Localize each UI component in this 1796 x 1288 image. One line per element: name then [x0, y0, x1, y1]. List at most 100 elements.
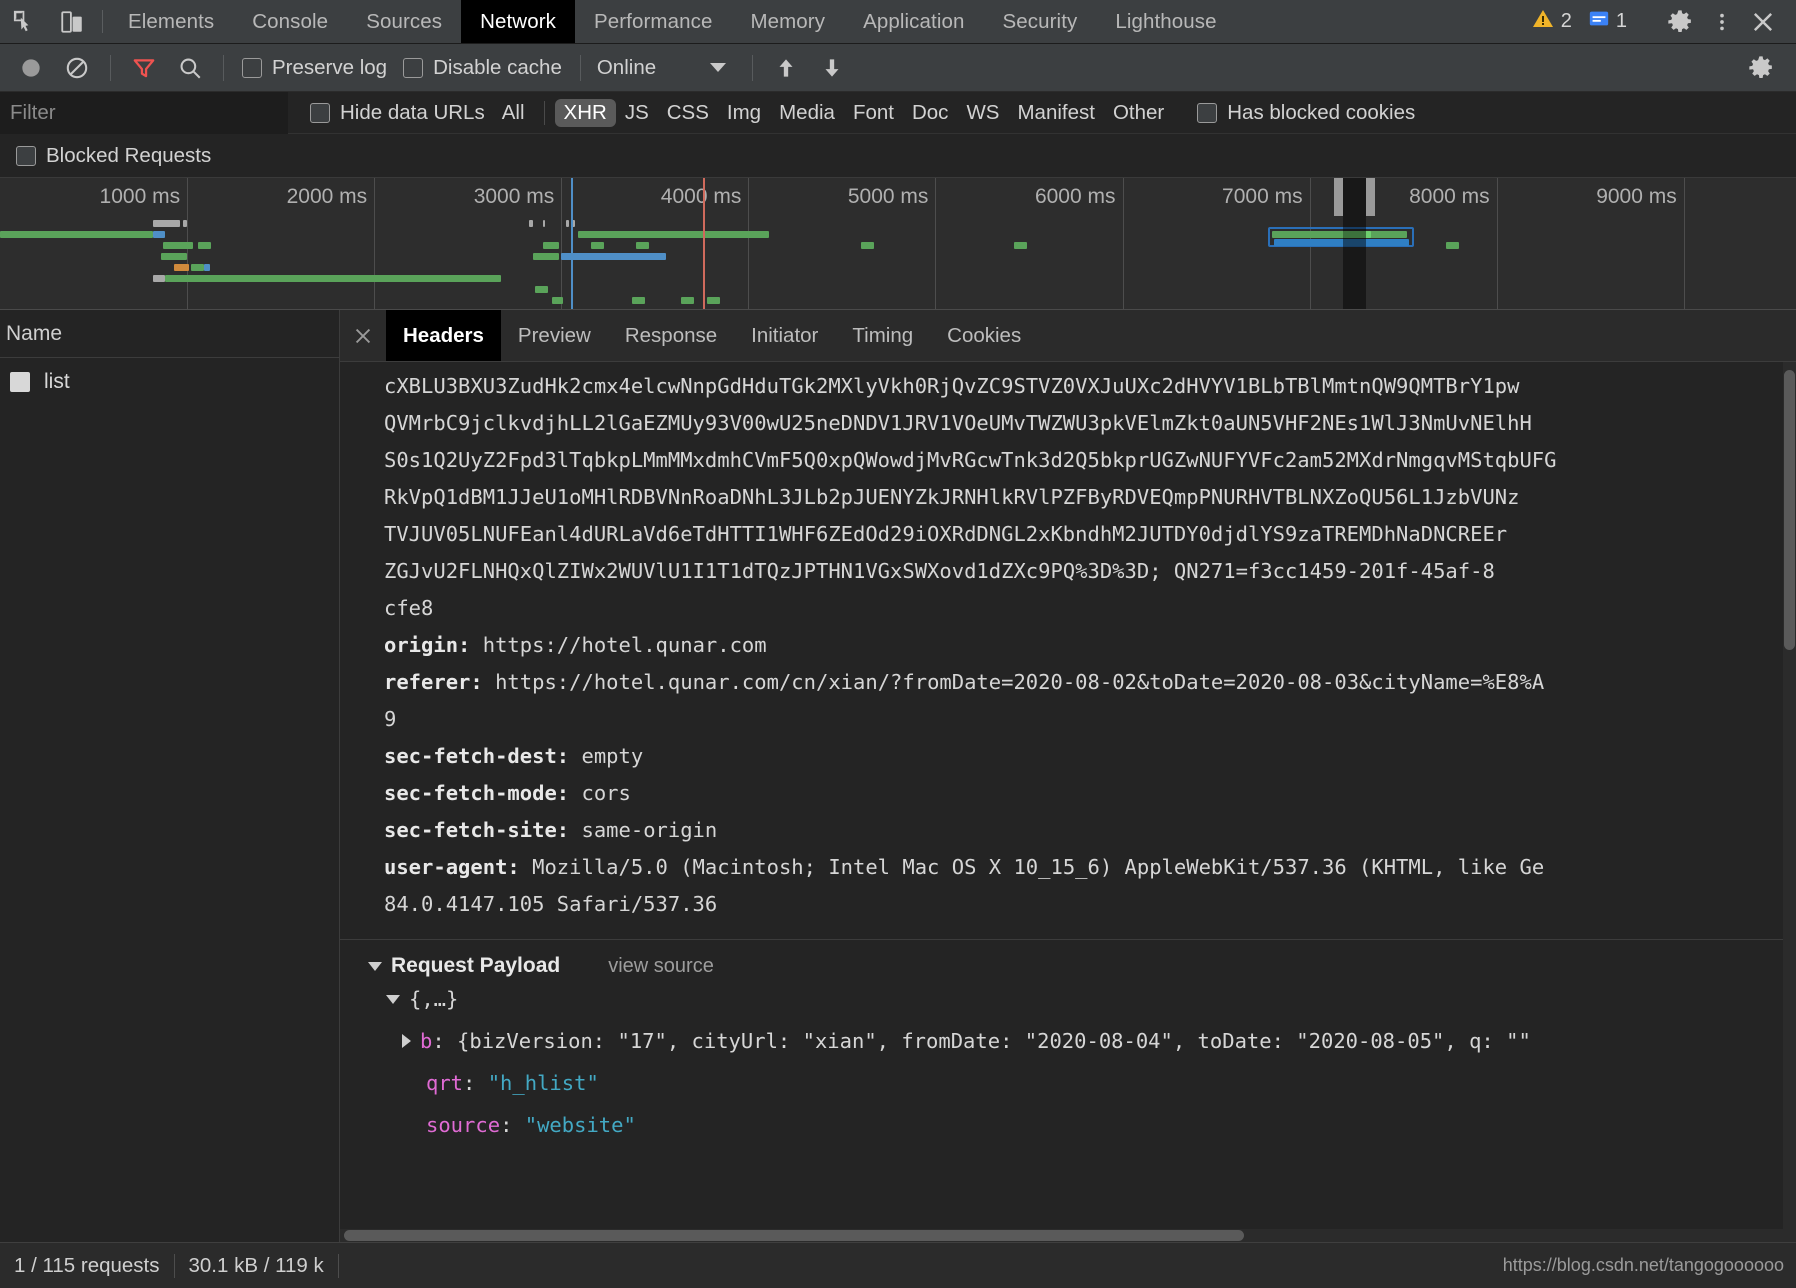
record-circle-icon[interactable] [8, 45, 54, 91]
tab-network[interactable]: Network [461, 0, 575, 43]
header-referer-wrap: 9 [384, 707, 397, 731]
close-icon[interactable] [340, 310, 386, 361]
header-user-agent-wrap: 84.0.4147.105 Safari/537.36 [384, 892, 718, 916]
filter-type-xhr[interactable]: XHR [554, 98, 616, 127]
tab-security[interactable]: Security [983, 0, 1096, 43]
message-info-icon [1588, 8, 1610, 36]
tab-application[interactable]: Application [844, 0, 983, 43]
tab-timing[interactable]: Timing [835, 310, 930, 361]
search-magnifier-icon[interactable] [167, 45, 213, 91]
hide-data-urls-checkbox[interactable]: Hide data URLs [302, 101, 493, 125]
request-count: 1 / 115 requests [14, 1253, 160, 1277]
info-counter[interactable]: 1 [1584, 8, 1639, 36]
cookie-line: cfe8 [384, 596, 434, 620]
tab-cookies[interactable]: Cookies [930, 310, 1038, 361]
horizontal-scrollbar[interactable] [340, 1229, 1783, 1242]
request-details-panel: Headers Preview Response Initiator Timin… [340, 310, 1796, 1242]
vertical-scrollbar[interactable] [1783, 362, 1796, 1242]
clear-no-entry-icon[interactable] [54, 45, 100, 91]
toolbar-divider [223, 54, 224, 81]
overview-request-bar [1446, 242, 1460, 249]
overview-selection-handle-left[interactable] [1334, 178, 1344, 216]
filter-type-manifest[interactable]: Manifest [1008, 99, 1103, 127]
header-sec-fetch-site: sec-fetch-site: same-origin [340, 812, 1796, 849]
preserve-log-checkbox[interactable]: Preserve log [234, 56, 395, 80]
overview-request-bar [542, 220, 546, 227]
tab-label: Security [1002, 9, 1078, 33]
overview-request-bar [578, 231, 769, 238]
tab-preview[interactable]: Preview [501, 310, 608, 361]
tab-label: Lighthouse [1115, 9, 1217, 33]
cookie-line: ZGJvU2FLNHQxQlZIWx2WUVlU1I1T1dTQzJPTHN1V… [384, 559, 1495, 583]
overview-request-bar [153, 275, 165, 282]
overview-tick-label: 3000 ms [473, 185, 555, 208]
header-value: cors [569, 781, 631, 805]
overview-selection-window[interactable] [1343, 178, 1366, 309]
tab-label: Console [252, 9, 329, 33]
status-divider [337, 1253, 339, 1278]
tab-memory[interactable]: Memory [731, 0, 844, 43]
payload-qrt-value: "h_hlist" [487, 1071, 599, 1095]
request-row-list[interactable]: list [0, 358, 339, 406]
scrollbar-thumb[interactable] [344, 1230, 1244, 1241]
filter-type-doc[interactable]: Doc [903, 99, 957, 127]
overview-request-bar [632, 297, 646, 304]
tab-lighthouse[interactable]: Lighthouse [1096, 0, 1235, 43]
overview-request-bar [164, 275, 502, 282]
preserve-log-label: Preserve log [272, 55, 388, 79]
toolbar-divider [102, 10, 103, 33]
network-overview-timeline[interactable]: 1000 ms 2000 ms 3000 ms 4000 ms 5000 ms 6000 … [0, 178, 1796, 310]
request-payload-section-header[interactable]: Request Payload view source [340, 954, 1796, 978]
funnel-filter-icon[interactable] [121, 45, 167, 91]
upload-arrow-icon[interactable] [763, 45, 809, 91]
tab-console[interactable]: Console [233, 0, 347, 43]
download-arrow-icon[interactable] [809, 45, 855, 91]
more-vertical-icon[interactable] [1704, 9, 1740, 35]
has-blocked-cookies-checkbox[interactable]: Has blocked cookies [1189, 101, 1423, 125]
tab-sources[interactable]: Sources [347, 0, 461, 43]
header-key: sec-fetch-dest: [384, 744, 570, 768]
blocked-requests-checkbox[interactable]: Blocked Requests [8, 144, 219, 168]
gear-icon[interactable] [1656, 8, 1704, 36]
tab-headers[interactable]: Headers [386, 310, 501, 361]
view-source-link[interactable]: view source [608, 955, 714, 978]
payload-source-key: source [426, 1113, 501, 1137]
filter-type-js[interactable]: JS [616, 99, 658, 127]
inspect-element-icon[interactable] [0, 0, 48, 43]
scrollbar-thumb[interactable] [1784, 370, 1795, 650]
filter-type-all[interactable]: All [493, 99, 534, 127]
tab-performance[interactable]: Performance [575, 0, 731, 43]
header-sec-fetch-dest: sec-fetch-dest: empty [340, 738, 1796, 775]
close-icon[interactable] [1740, 8, 1786, 36]
header-sec-fetch-mode: sec-fetch-mode: cors [340, 775, 1796, 812]
throttling-select[interactable]: Online [591, 56, 727, 80]
disable-cache-checkbox[interactable]: Disable cache [395, 56, 570, 80]
filter-type-ws[interactable]: WS [957, 99, 1008, 127]
overview-request-bar [153, 220, 180, 227]
checkbox-box [403, 57, 424, 78]
filter-type-css[interactable]: CSS [658, 99, 718, 127]
overview-selection-handle-right[interactable] [1365, 178, 1375, 216]
tab-response[interactable]: Response [608, 310, 734, 361]
filter-type-other[interactable]: Other [1104, 99, 1173, 127]
filter-type-media[interactable]: Media [770, 99, 844, 127]
tab-label: Elements [128, 9, 215, 33]
warning-count: 2 [1560, 10, 1572, 32]
warning-counter[interactable]: 2 [1527, 7, 1584, 37]
device-toolbar-icon[interactable] [48, 0, 96, 43]
document-icon [10, 372, 30, 392]
filter-type-img[interactable]: Img [718, 99, 770, 127]
tab-initiator[interactable]: Initiator [734, 310, 835, 361]
gear-icon[interactable] [1738, 45, 1784, 91]
filter-input[interactable] [0, 91, 288, 134]
section-divider [340, 939, 1796, 940]
filter-type-font[interactable]: Font [844, 99, 903, 127]
tab-label: Memory [750, 9, 826, 33]
payload-root[interactable]: {,…} [340, 978, 1796, 1020]
payload-root-label: {,…} [409, 987, 459, 1011]
tab-elements[interactable]: Elements [109, 0, 233, 43]
request-list-header[interactable]: Name [0, 310, 339, 358]
payload-b-row[interactable]: b : {bizVersion: "17", cityUrl: "xian", … [340, 1020, 1796, 1062]
overview-event-line-domcontentloaded [570, 178, 573, 309]
overview-gridlines: 1000 ms 2000 ms 3000 ms 4000 ms 5000 ms 6000 … [0, 178, 1796, 309]
